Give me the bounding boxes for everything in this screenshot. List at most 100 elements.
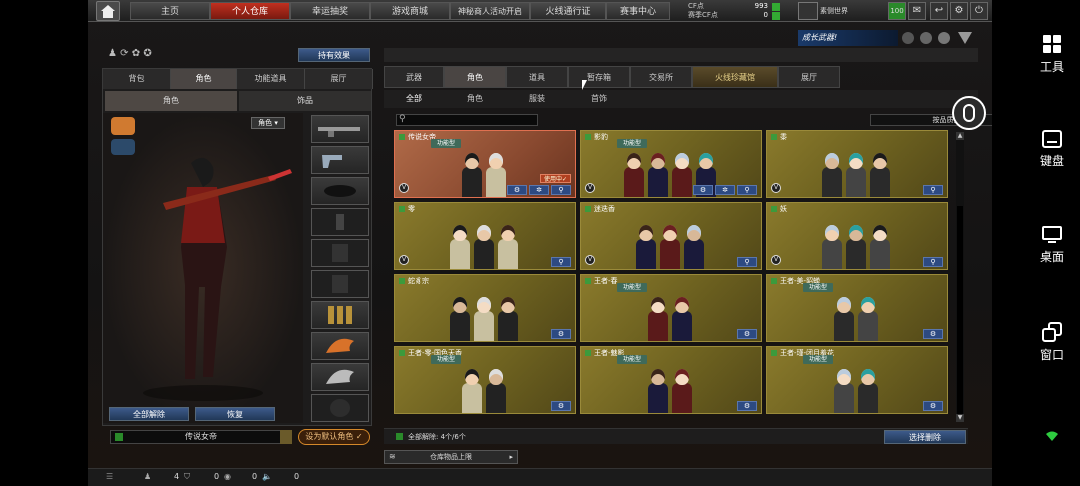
slot-armor[interactable] — [311, 239, 369, 267]
unequip-all-button[interactable]: 全部解除 — [109, 407, 189, 421]
slot-grenade[interactable] — [311, 208, 369, 236]
role-card[interactable]: 黍 V ⚲ — [766, 130, 948, 198]
role-card[interactable]: 王者-零-国色天香 功能型 ⚙ — [394, 346, 576, 414]
rtab-exchange[interactable]: 交易所 — [630, 66, 692, 88]
slot-helmet[interactable] — [311, 270, 369, 298]
preview-icon[interactable]: ⚙ — [923, 401, 943, 411]
magnify-icon[interactable]: ⚲ — [923, 185, 943, 195]
tab-showroom[interactable]: 展厅 — [305, 69, 373, 89]
role-card[interactable]: 影豹 功能型 V ⚙ ✲ ⚲ — [580, 130, 762, 198]
slot-pet-silver[interactable] — [311, 363, 369, 391]
menu-icon[interactable]: ☰ — [106, 472, 113, 481]
scroll-down-icon[interactable]: ▼ — [956, 414, 964, 422]
role-card[interactable]: 迷迭香 V ⚲ — [580, 202, 762, 270]
role-card[interactable]: 零 V ⚲ — [394, 202, 576, 270]
slot-primary-weapon[interactable] — [311, 115, 369, 143]
rtab-weapons[interactable]: 武器 — [384, 66, 444, 88]
rtab-items[interactable]: 道具 — [506, 66, 568, 88]
home-button[interactable] — [96, 1, 120, 21]
tab-game-mall[interactable]: 游戏商城 — [370, 2, 450, 20]
subtab-accessory[interactable]: 饰品 — [239, 91, 371, 111]
list-icon[interactable] — [280, 430, 292, 444]
tab-personal-storage[interactable]: 个人仓库 — [210, 2, 290, 20]
preview-icon[interactable]: ⚙ — [737, 329, 757, 339]
tab-home[interactable]: 主页 — [130, 2, 210, 20]
add-cf-icon[interactable] — [772, 3, 780, 11]
sidebar-item-desktop[interactable]: 桌面 — [1024, 226, 1080, 265]
settings-icon[interactable]: ✲ — [529, 185, 549, 195]
tab-role[interactable]: 角色 — [171, 69, 237, 89]
role-card[interactable]: 王者-魅影 功能型 ⚙ — [580, 346, 762, 414]
role-card[interactable]: 王者-瑾-闭月羞花 功能型 ⚙ — [766, 346, 948, 414]
subtab-costumes[interactable]: 服装 — [506, 90, 568, 108]
tab-battle-pass[interactable]: 火线通行证 — [530, 2, 606, 20]
slot-ammo[interactable] — [311, 301, 369, 329]
character-preview[interactable]: 角色 ▾ 全部解除 恢复 — [103, 113, 303, 423]
magnify-icon[interactable]: ⚲ — [551, 185, 571, 195]
sidebar-item-tools[interactable]: 工具 — [1024, 34, 1080, 75]
grid-scrollbar[interactable]: ▲ ▼ — [956, 132, 964, 422]
rtab-collection[interactable]: 火线珍藏馆 — [692, 66, 778, 88]
set-default-role-button[interactable]: 设为默认角色 ✓ — [298, 429, 370, 445]
scroll-thumb[interactable] — [957, 206, 963, 416]
tab-backpack[interactable]: 背包 — [103, 69, 171, 89]
team-icon[interactable]: ♟ — [108, 48, 117, 59]
role-card[interactable]: 王者-美-貂蝉 功能型 ⚙ — [766, 274, 948, 342]
tab-lucky-draw[interactable]: 幸运抽奖 — [290, 2, 370, 20]
rtab-stash[interactable]: 暂存箱 — [568, 66, 630, 88]
power-icon[interactable]: ⏻ — [970, 2, 988, 20]
back-icon[interactable]: ↩ — [930, 2, 948, 20]
storage-limit-button[interactable]: ≋ 仓库物品上限 ▸ — [384, 450, 518, 464]
role-card[interactable]: 王者-春 功能型 ⚙ — [580, 274, 762, 342]
magnify-icon[interactable]: ⚲ — [737, 185, 757, 195]
role-filter-dropdown[interactable]: 角色 ▾ — [251, 117, 285, 129]
subtab-roles[interactable]: 角色 — [444, 90, 506, 108]
preview-icon[interactable]: ⚙ — [551, 401, 571, 411]
pet-icon[interactable]: ✿ — [132, 48, 140, 59]
subtab-all[interactable]: 全部 — [384, 90, 444, 108]
preview-icon[interactable]: ⚙ — [507, 185, 527, 195]
rtab-roles[interactable]: 角色 — [444, 66, 506, 88]
tab-mystery-merchant[interactable]: 神秘商人活动开启 — [450, 2, 530, 20]
role-card[interactable]: 妖 V ⚲ — [766, 202, 948, 270]
current-role-bar[interactable]: 传说女帝 — [110, 430, 290, 444]
preview-icon[interactable]: ⚙ — [737, 401, 757, 411]
slot-mask[interactable] — [311, 177, 369, 205]
scroll-up-icon[interactable]: ▲ — [956, 132, 964, 140]
rotate-icon[interactable]: ⟳ — [120, 48, 128, 59]
preview-icon[interactable]: ⚙ — [551, 329, 571, 339]
preview-icon[interactable]: ⚙ — [693, 185, 713, 195]
sidebar-item-window[interactable]: 窗口 — [1024, 322, 1080, 363]
tab-function-items[interactable]: 功能道具 — [237, 69, 305, 89]
subtab-jewelry[interactable]: 首饰 — [568, 90, 630, 108]
chat-icon[interactable]: ◉ — [224, 472, 231, 481]
magnify-icon[interactable]: ⚲ — [923, 257, 943, 267]
mouse-mode-button[interactable] — [952, 96, 986, 130]
mail-icon[interactable]: ✉ — [908, 2, 926, 20]
preview-icon[interactable]: ⚙ — [923, 329, 943, 339]
world-emblem-icon[interactable] — [798, 2, 818, 20]
growth-weapon-banner[interactable]: 成长武器! — [798, 30, 898, 46]
sidebar-item-keyboard[interactable]: 键盘 — [1024, 130, 1080, 169]
slot-secondary[interactable] — [311, 146, 369, 174]
search-input[interactable]: ⚲ — [396, 114, 538, 126]
settings-icon[interactable]: ⚙ — [950, 2, 968, 20]
slot-pet-dragon[interactable] — [311, 332, 369, 360]
restore-button[interactable]: 恢复 — [195, 407, 275, 421]
select-delete-button[interactable]: 选择删除 — [884, 430, 966, 444]
magnify-icon[interactable]: ⚲ — [737, 257, 757, 267]
weapon-mode-icon[interactable] — [111, 117, 135, 135]
speaker-icon[interactable]: 🔈 — [262, 472, 272, 481]
slot-extra[interactable] — [311, 394, 369, 422]
bookmark-icon — [771, 206, 777, 212]
effects-button[interactable]: 持有效果 — [298, 48, 370, 62]
add-season-cf-icon[interactable] — [772, 12, 780, 20]
rtab-showroom[interactable]: 展厅 — [778, 66, 840, 88]
tab-event-center[interactable]: 赛事中心 — [606, 2, 670, 20]
settings-icon[interactable]: ✲ — [715, 185, 735, 195]
role-card[interactable]: 蛇豸宗 ⚙ — [394, 274, 576, 342]
subtab-role[interactable]: 角色 — [105, 91, 237, 111]
badge-icon[interactable]: ✪ — [143, 48, 151, 59]
role-card[interactable]: 传说女帝 功能型 V 使用中✓ ⚙ ✲ ⚲ — [394, 130, 576, 198]
magnify-icon[interactable]: ⚲ — [551, 257, 571, 267]
